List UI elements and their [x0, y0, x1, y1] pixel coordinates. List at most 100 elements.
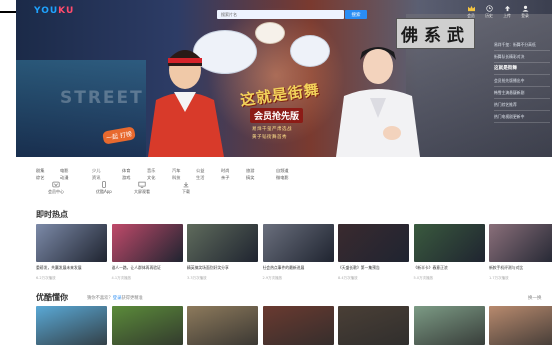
nav-link[interactable]: 剧集: [36, 167, 44, 174]
nav-link[interactable]: 自频道: [276, 167, 289, 174]
guess-video-thumbnail[interactable]: [187, 306, 258, 345]
hero-side-item[interactable]: 这就是街舞: [494, 64, 550, 73]
search-button[interactable]: 搜索: [345, 10, 367, 19]
nav-link[interactable]: 资讯: [92, 174, 100, 181]
hot-video-caption[interactable]: 《天盛长歌》第一集预告: [338, 265, 409, 270]
nav-service-button[interactable]: 会员中心: [48, 181, 64, 195]
nav-link[interactable]: 综艺: [36, 174, 44, 181]
top-icon-group: 会员 历史 上传 登录: [465, 5, 531, 19]
guess-video-thumbnail[interactable]: [413, 306, 485, 345]
nav-service-label: 大屏观看: [134, 189, 150, 194]
hero-background-text: STREET: [60, 88, 144, 108]
nav-service-label: 优酷App: [96, 189, 112, 194]
nav-link[interactable]: 动漫: [60, 174, 68, 181]
vip-icon: [52, 181, 60, 188]
nav-link[interactable]: 游戏: [122, 174, 130, 181]
hot-video-thumbnail[interactable]: [262, 224, 334, 262]
hero-subtitle[interactable]: 会员抢先版: [250, 108, 304, 123]
nav-service-button[interactable]: 大屏观看: [134, 181, 150, 195]
category-nav: 剧集 综艺 电影 动漫 少儿 资讯 体育 游戏 音乐 文化 汽车 科技 公益 生活 时尚 亲子 旅游 搞笑 自频道微…: [16, 165, 552, 205]
user-icon: [521, 5, 529, 12]
guess-video-thumbnail[interactable]: [111, 306, 183, 345]
upload-icon: [504, 5, 510, 12]
nav-link[interactable]: 汽车: [172, 167, 180, 174]
search-input[interactable]: 搜索片名: [217, 10, 344, 19]
nav-link[interactable]: 生活: [196, 174, 204, 181]
nav-link[interactable]: 亲子: [221, 174, 229, 181]
hero-side-item[interactable]: 会员抢先版播出中: [494, 76, 550, 85]
guess-video-thumbnail[interactable]: [262, 306, 334, 345]
nav-link[interactable]: 科技: [172, 174, 180, 181]
hot-video-thumbnail[interactable]: [36, 224, 107, 262]
top-icon-history[interactable]: 历史: [483, 5, 495, 19]
nav-link[interactable]: 微电影: [276, 174, 289, 181]
nav-column: 汽车 科技: [172, 167, 180, 181]
nav-column: 电影 动漫: [60, 167, 68, 181]
top-icon-upload[interactable]: 上传: [501, 5, 513, 19]
hot-video-meta: 6.2万次播放: [36, 276, 56, 280]
hero-person-right: [336, 47, 420, 157]
hot-video-caption[interactable]: 《新半卡》春意正浓: [414, 265, 485, 270]
guess-sub-suffix: 获得更精准: [121, 296, 143, 301]
nav-service-button[interactable]: 优酷App: [96, 181, 112, 195]
hero-side-divider: [494, 50, 550, 51]
hot-video-caption[interactable]: 社会热点事件的最新进展: [263, 265, 334, 270]
hero-person-left: [148, 50, 224, 157]
refresh-button[interactable]: 换一换: [528, 295, 542, 301]
nav-link[interactable]: 电影: [60, 167, 68, 174]
guess-video-thumbnail[interactable]: [36, 306, 107, 345]
section-title-hot: 即时热点: [36, 210, 68, 219]
hero-tagline-1: 易烊千玺严肃选战: [252, 127, 292, 132]
hot-video-caption[interactable]: 新款手机评测与对比: [489, 265, 552, 270]
nav-column: 旅游 搞笑: [246, 167, 254, 181]
hero-side-item[interactable]: 街舞队长精彩对决: [494, 52, 550, 61]
hero-side-item[interactable]: 热门电视剧更新中: [494, 112, 550, 121]
hot-video-meta: 4.1万次播放: [111, 276, 132, 280]
section-guess-subtitle: 猜你不喜欢？登录获得更精准: [87, 295, 143, 301]
nav-column: 体育 游戏: [122, 167, 130, 181]
hero-side-item[interactable]: 热门综艺推荐: [494, 100, 550, 109]
nav-service-button[interactable]: 下载: [182, 181, 190, 195]
nav-link[interactable]: 搞笑: [246, 174, 254, 181]
nav-link[interactable]: 时尚: [221, 167, 229, 174]
top-icon-label: 会员: [467, 13, 475, 18]
nav-link[interactable]: 公益: [196, 167, 204, 174]
section-title-guess: 优酷懂你: [36, 293, 68, 302]
hot-video-caption[interactable]: 重磅发，共赢发展未来发展: [36, 265, 107, 270]
guess-video-thumbnail[interactable]: [489, 306, 552, 345]
hot-video-caption[interactable]: 精英搞笑场面别好笑分享: [187, 265, 258, 270]
hot-video-thumbnail[interactable]: [111, 224, 183, 262]
hot-video-row: 重磅发，共赢发展未来发展 6.2万次播放 谁人一路，让人群体再再验证 4.1万次播放 精…: [36, 224, 552, 284]
hot-video-meta: 5.0万次播放: [413, 276, 434, 280]
search-placeholder: 搜索片名: [221, 11, 237, 17]
hot-video-thumbnail[interactable]: [338, 224, 409, 262]
app-icon: [101, 181, 106, 188]
hero-building-left: [16, 60, 146, 157]
hot-video-meta: 3.3万次播放: [187, 276, 207, 280]
hot-video-thumbnail[interactable]: [489, 224, 552, 262]
hero-side-item[interactable]: 韩雪主演悬疑新剧: [494, 88, 550, 97]
hot-video-meta: 8.4万次播放: [338, 276, 358, 280]
nav-link[interactable]: 旅游: [246, 167, 254, 174]
hero-side-divider: [494, 110, 550, 111]
youku-logo[interactable]: YOUKU: [34, 6, 74, 16]
hero-side-list: 易烊千玺：街舞不分高低 街舞队长精彩对决 这就是街舞会员抢先版播出中 韩雪主演悬疑新剧…: [494, 40, 550, 124]
hot-video-thumbnail[interactable]: [413, 224, 485, 262]
hero-side-item[interactable]: 易烊千玺：街舞不分高低: [494, 40, 550, 49]
hot-video-thumbnail[interactable]: [187, 224, 258, 262]
nav-column: 自频道 微电影: [276, 167, 289, 181]
nav-link[interactable]: 音乐: [147, 167, 155, 174]
top-icon-vip[interactable]: 会员: [465, 5, 477, 19]
nav-link[interactable]: 文化: [147, 174, 155, 181]
hero-side-divider: [494, 122, 550, 123]
vip-crown-icon: [467, 5, 475, 12]
tv-icon: [138, 181, 146, 188]
top-icon-user[interactable]: 登录: [519, 5, 531, 19]
hero-side-divider: [494, 74, 550, 75]
hot-video-caption[interactable]: 谁人一路，让人群体再再验证: [112, 265, 183, 270]
nav-link[interactable]: 少儿: [92, 167, 100, 174]
nav-column: 公益 生活: [196, 167, 204, 181]
nav-service-label: 下载: [182, 189, 190, 194]
nav-link[interactable]: 体育: [122, 167, 130, 174]
guess-video-thumbnail[interactable]: [338, 306, 409, 345]
